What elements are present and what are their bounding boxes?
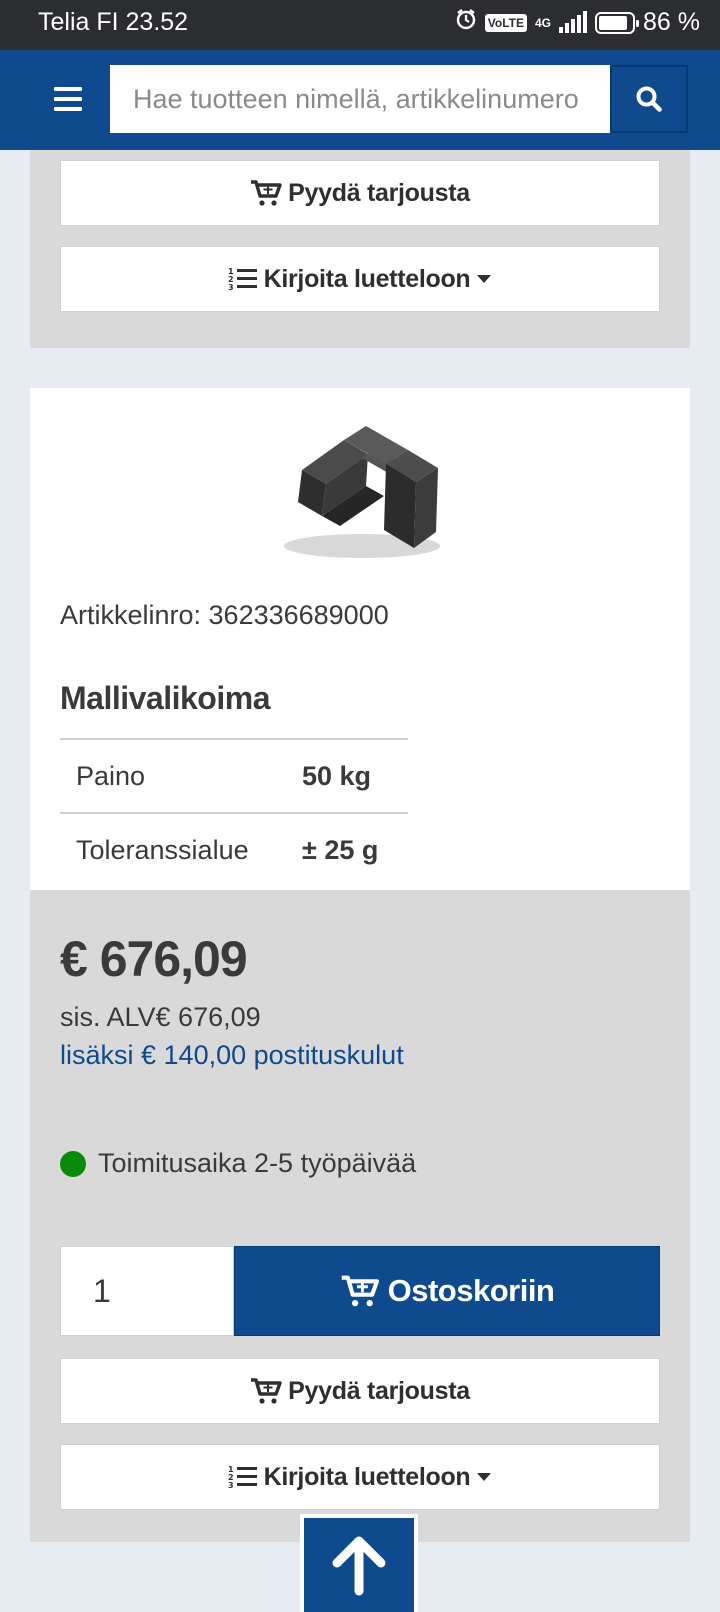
ordered-list-icon: 123 xyxy=(228,267,257,292)
svg-text:3: 3 xyxy=(228,1481,233,1490)
table-row: Paino 50 kg xyxy=(60,738,408,813)
request-quote-label: Pyydä tarjousta xyxy=(288,178,470,207)
caret-down-icon xyxy=(477,1473,492,1481)
add-to-list-button-top[interactable]: 123 Kirjoita luetteloon xyxy=(60,246,660,312)
shipping-link[interactable]: lisäksi € 140,00 postituskulut xyxy=(60,1040,404,1071)
spec-value: 50 kg xyxy=(302,738,408,813)
add-to-list-button[interactable]: 123 Kirjoita luetteloon xyxy=(60,1444,660,1510)
cart-plus-icon xyxy=(341,1275,379,1307)
article-number: Artikkelinro: 362336689000 xyxy=(60,600,389,630)
quantity-input[interactable] xyxy=(60,1246,234,1336)
delivery-status-icon xyxy=(60,1150,86,1177)
battery-icon xyxy=(595,11,640,34)
previous-product-actions: Pyydä tarjousta 123 Kirjoita luetteloon xyxy=(30,150,690,348)
status-icons: VoLTE 4G 86 % xyxy=(455,8,700,37)
scroll-to-top-button[interactable] xyxy=(300,1514,418,1612)
svg-text:3: 3 xyxy=(228,283,233,292)
carrier-time: Telia FI 23.52 xyxy=(38,8,189,36)
cart-plus-icon xyxy=(251,180,282,206)
spec-value: ± 25 g xyxy=(302,812,408,887)
arrow-up-icon xyxy=(332,1536,386,1596)
delivery-time: Toimitusaika 2-5 työpäivää xyxy=(60,1148,416,1179)
vat-text: sis. ALV€ 676,09 xyxy=(60,1002,261,1032)
add-to-cart-button[interactable]: Ostoskoriin xyxy=(234,1246,660,1336)
purchase-panel: € 676,09 sis. ALV€ 676,09 lisäksi € 140,… xyxy=(30,890,690,1542)
spec-key: Paino xyxy=(60,738,302,813)
add-to-list-label: Kirjoita luetteloon xyxy=(263,1462,471,1491)
request-quote-button-top[interactable]: Pyydä tarjousta xyxy=(60,160,660,226)
ordered-list-icon: 123 xyxy=(228,1465,257,1490)
search-button[interactable] xyxy=(610,65,688,133)
request-quote-label: Pyydä tarjousta xyxy=(288,1376,470,1405)
search-icon xyxy=(636,86,662,112)
hamburger-icon[interactable] xyxy=(54,87,82,111)
caret-down-icon xyxy=(477,275,492,283)
battery-fill xyxy=(599,15,627,30)
spec-key: Toleranssialue xyxy=(60,812,302,887)
site-header xyxy=(0,50,720,150)
delivery-time-label: Toimitusaika 2-5 työpäivää xyxy=(98,1148,417,1178)
add-to-list-label: Kirjoita luetteloon xyxy=(263,264,471,293)
spec-table: Paino 50 kg Toleranssialue ± 25 g xyxy=(60,738,408,887)
add-to-cart-label: Ostoskoriin xyxy=(387,1273,555,1308)
price: € 676,09 xyxy=(60,931,248,987)
network-label: 4G xyxy=(535,15,552,30)
request-quote-button[interactable]: Pyydä tarjousta xyxy=(60,1358,660,1424)
product-image[interactable] xyxy=(270,398,450,568)
model-selection-title: Mallivalikoima xyxy=(60,680,270,716)
status-bar: Telia FI 23.52 VoLTE 4G 86 % xyxy=(0,0,720,50)
volte-badge: VoLTE xyxy=(484,13,527,32)
cart-plus-icon xyxy=(251,1378,282,1404)
battery-percent: 86 % xyxy=(643,8,700,36)
alarm-icon xyxy=(455,8,477,37)
product-card: Artikkelinro: 362336689000 Mallivalikoim… xyxy=(30,388,690,890)
search-input[interactable] xyxy=(110,65,610,133)
signal-icon xyxy=(559,10,588,33)
table-row: Toleranssialue ± 25 g xyxy=(60,812,408,887)
